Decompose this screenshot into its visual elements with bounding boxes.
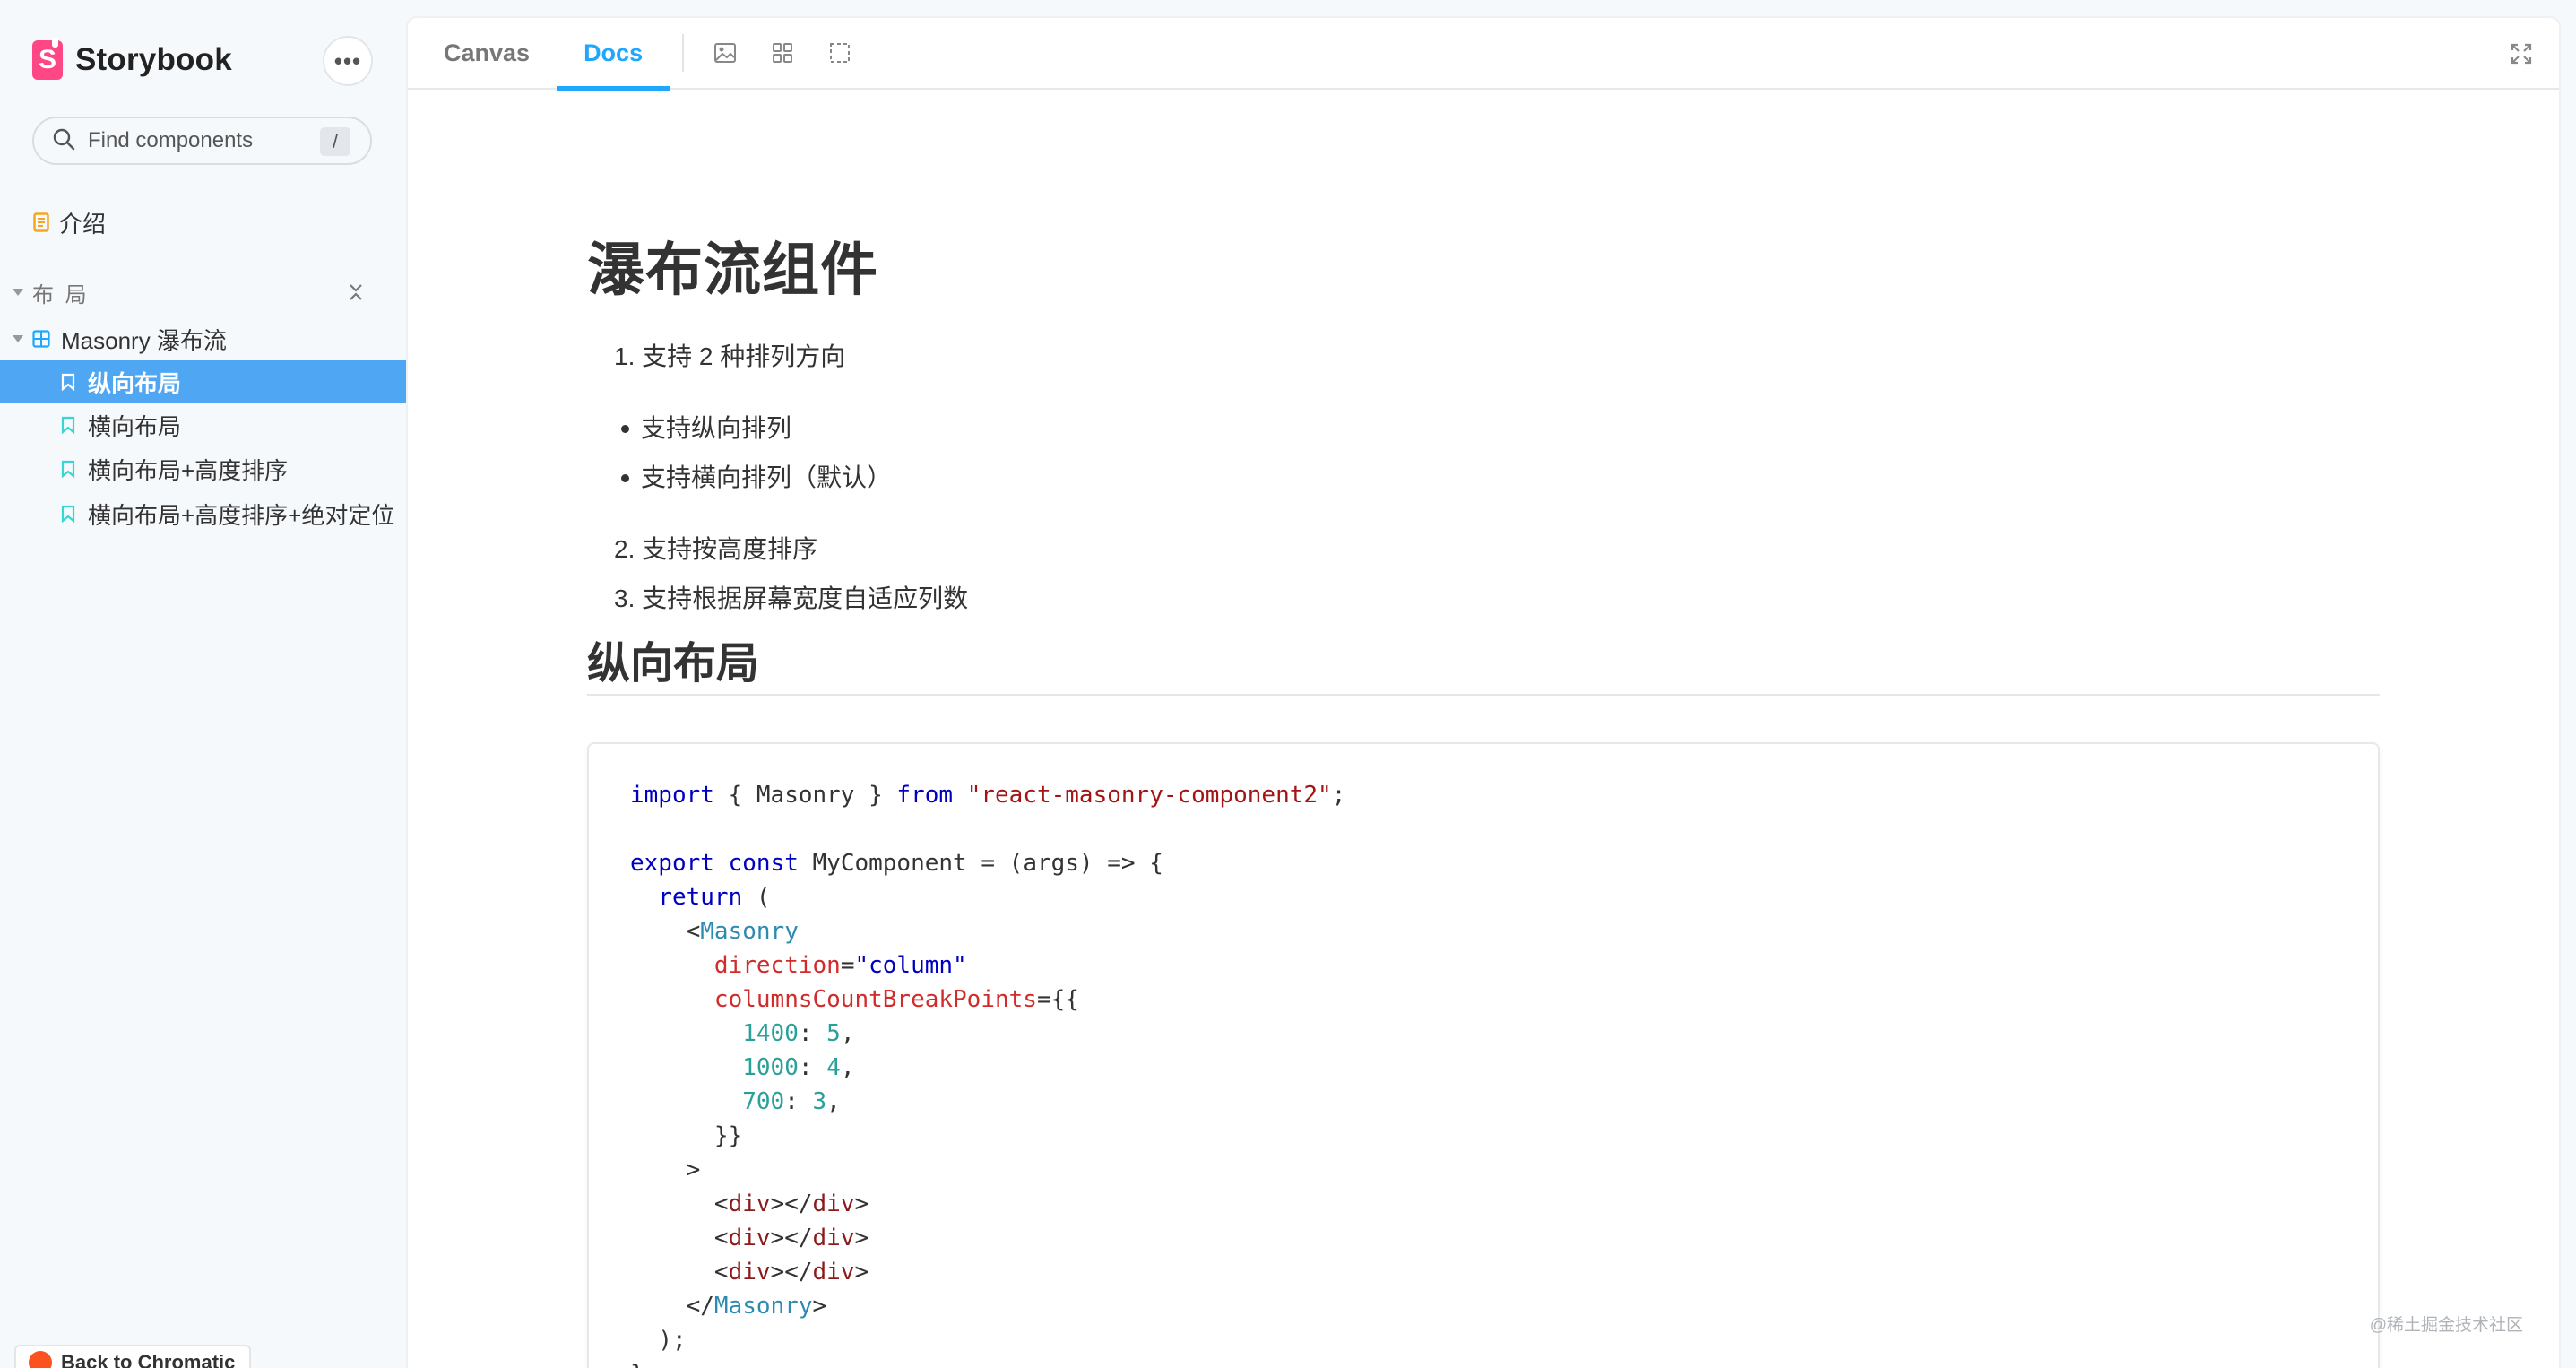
bullet-item: 支持横向排列（默认） xyxy=(641,463,893,491)
story-label: 横向布局+高度排序 xyxy=(88,456,289,484)
bookmark-icon xyxy=(57,414,79,436)
bookmark-icon xyxy=(57,458,79,480)
sidebar-story-horizontal-sorted[interactable]: 横向布局+高度排序 xyxy=(0,447,408,490)
bullet-marker xyxy=(621,474,629,482)
sidebar-item-label: Masonry 瀑布流 xyxy=(61,326,227,354)
group-label: 布 局 xyxy=(32,282,90,307)
sidebar-item-intro[interactable]: 介绍 xyxy=(0,201,408,244)
code-source: import { Masonry } from "react-masonry-c… xyxy=(630,782,1346,1368)
expand-arrow-icon xyxy=(13,289,23,296)
search-icon xyxy=(52,127,75,155)
watermark: @稀土掘金技术社区 xyxy=(2369,1316,2523,1335)
sidebar-story-vertical[interactable]: 纵向布局 xyxy=(0,360,408,403)
bullet-marker xyxy=(621,425,629,433)
fullscreen-icon[interactable] xyxy=(2503,36,2539,72)
document-icon xyxy=(30,212,52,233)
feature-item-1: 1. 支持 2 种排列方向 xyxy=(614,342,846,370)
story-label: 横向布局+高度排序+绝对定位 xyxy=(88,501,395,529)
sidebar-group-layout[interactable]: 布 局 xyxy=(0,274,408,310)
section-divider xyxy=(587,694,2380,696)
storybook-brand[interactable]: S Storybook xyxy=(32,38,232,81)
feature-item-2: 2. 支持按高度排序 xyxy=(614,535,818,563)
component-icon xyxy=(30,328,52,350)
collapse-all-icon[interactable] xyxy=(342,279,369,306)
outline-icon[interactable] xyxy=(811,18,869,89)
search-box[interactable]: / xyxy=(32,117,372,165)
toolbar-divider xyxy=(682,34,685,72)
storybook-logo-icon: S xyxy=(32,38,63,80)
expand-arrow-icon xyxy=(13,335,23,342)
image-icon[interactable] xyxy=(696,18,754,89)
bullet-item: 支持纵向排列 xyxy=(641,414,792,442)
sidebar-item-masonry[interactable]: Masonry 瀑布流 xyxy=(0,317,408,360)
tab-canvas[interactable]: Canvas xyxy=(417,18,557,89)
sidebar: S Storybook ••• / 介绍 布 局 Masonry 瀑布流 xyxy=(0,0,408,1368)
story-label: 横向布局 xyxy=(88,412,182,440)
chromatic-icon xyxy=(29,1351,52,1368)
page-title: 瀑布流组件 xyxy=(587,238,878,304)
feature-item-3: 3. 支持根据屏幕宽度自适应列数 xyxy=(614,584,969,612)
more-options-button[interactable]: ••• xyxy=(323,36,373,86)
bookmark-icon xyxy=(57,503,79,524)
section-title: 纵向布局 xyxy=(587,638,760,688)
tab-docs[interactable]: Docs xyxy=(557,18,670,91)
preview-panel: Canvas Docs 瀑布流组件 1. 支持 2 种排列方向 支持纵向排列 支… xyxy=(408,18,2559,1368)
back-to-chromatic-button[interactable]: Back to Chromatic xyxy=(14,1345,252,1368)
chromatic-label: Back to Chromatic xyxy=(61,1351,236,1368)
code-block: import { Masonry } from "react-masonry-c… xyxy=(587,742,2380,1368)
search-input[interactable] xyxy=(88,128,321,153)
sidebar-story-horizontal[interactable]: 横向布局 xyxy=(0,403,408,446)
bookmark-icon xyxy=(57,371,79,393)
sidebar-item-label: 介绍 xyxy=(59,210,107,238)
sidebar-story-horizontal-sorted-absolute[interactable]: 横向布局+高度排序+绝对定位 xyxy=(0,492,408,535)
search-shortcut-key: / xyxy=(320,127,350,156)
brand-name: Storybook xyxy=(75,42,232,77)
grid-icon[interactable] xyxy=(754,18,811,89)
toolbar: Canvas Docs xyxy=(408,18,2559,91)
story-label: 纵向布局 xyxy=(88,369,182,397)
